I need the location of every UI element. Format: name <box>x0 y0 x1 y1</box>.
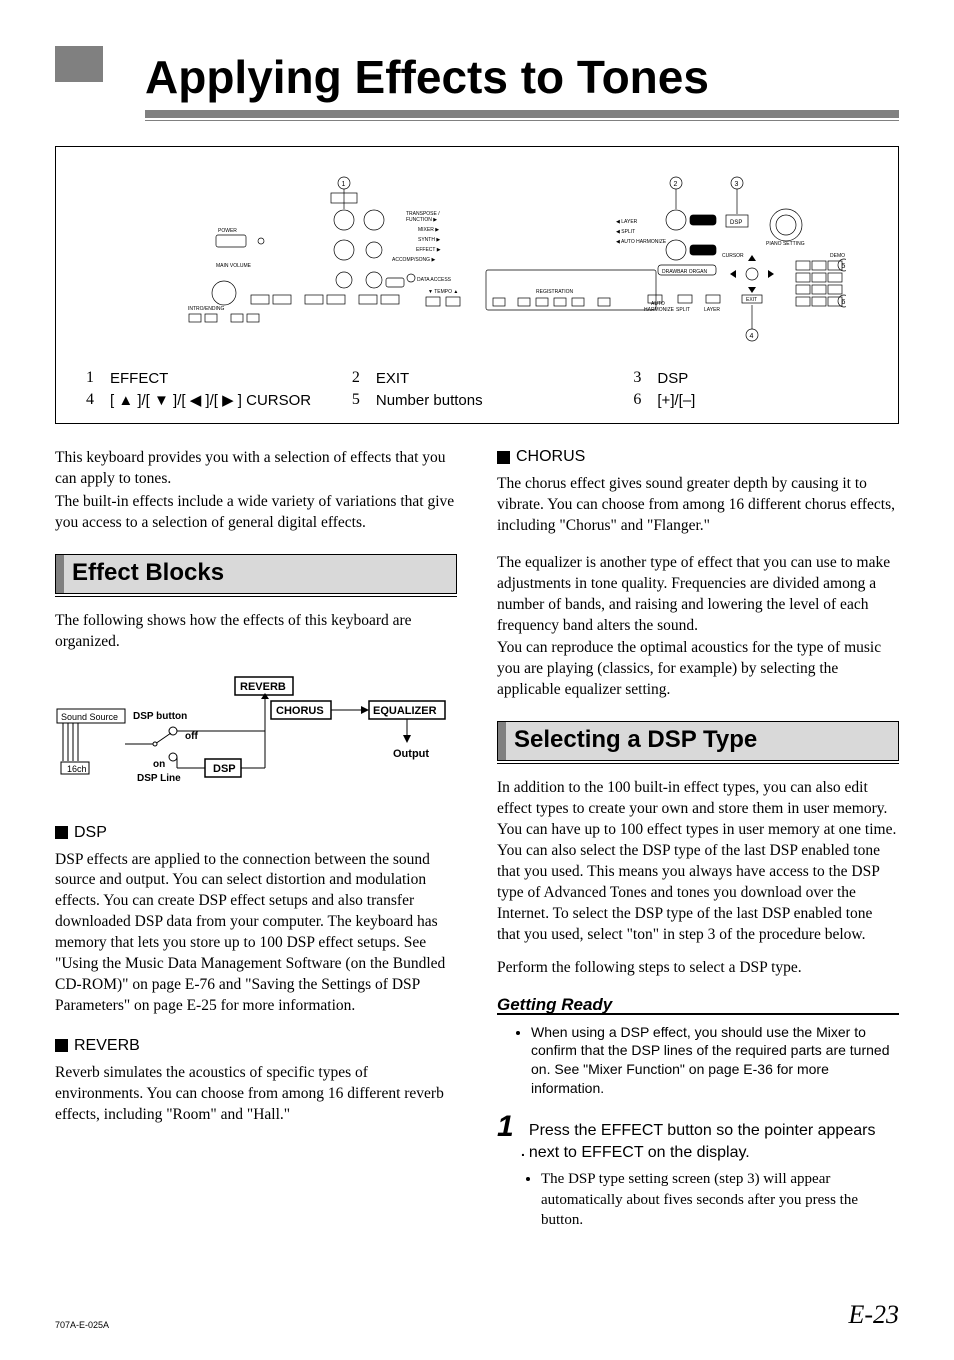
legend-num: 5 <box>352 391 376 409</box>
square-bullet-icon <box>55 826 68 839</box>
legend-label-number-buttons: Number buttons <box>376 392 483 409</box>
step-text: Press the EFFECT button so the pointer a… <box>529 1120 899 1163</box>
svg-text:SPLIT: SPLIT <box>676 307 690 313</box>
legend-label-exit: EXIT <box>376 370 409 387</box>
svg-text:DRAWBAR ORGAN: DRAWBAR ORGAN <box>662 269 707 275</box>
svg-text:◀ SPLIT: ◀ SPLIT <box>616 229 635 235</box>
getting-ready-label: Getting Ready <box>497 995 612 1015</box>
svg-text:16ch: 16ch <box>67 764 87 774</box>
svg-text:MAIN VOLUME: MAIN VOLUME <box>216 263 252 269</box>
square-bullet-icon <box>55 1039 68 1052</box>
svg-text:on: on <box>153 759 165 770</box>
legend-num: 3 <box>633 369 657 387</box>
svg-text:POWER: POWER <box>218 228 237 234</box>
subhead-label: REVERB <box>74 1037 140 1055</box>
page-title-block: Applying Effects to Tones <box>145 50 899 121</box>
svg-text:EFFECT ▶: EFFECT ▶ <box>416 247 441 253</box>
legend-num: 4 <box>86 391 110 409</box>
subhead-label: DSP <box>74 824 107 842</box>
svg-text:off: off <box>185 731 198 742</box>
svg-text:DSP: DSP <box>730 220 742 226</box>
svg-text:INTRO/ENDING: INTRO/ENDING <box>188 306 225 312</box>
section-heading: Selecting a DSP Type <box>506 722 898 760</box>
section-heading: Effect Blocks <box>64 555 456 593</box>
square-bullet-icon <box>497 451 510 464</box>
subhead-chorus: CHORUS <box>497 448 899 466</box>
intro-p2: The built-in effects include a wide vari… <box>55 492 457 534</box>
svg-text:DSP: DSP <box>213 763 236 775</box>
section-selecting-dsp: Selecting a DSP Type <box>497 721 899 764</box>
svg-text:2: 2 <box>674 181 678 188</box>
legend-row-1: 1EFFECT 2EXIT 3DSP <box>86 369 868 387</box>
subhead-label: CHORUS <box>516 448 585 466</box>
svg-text:EXIT: EXIT <box>746 297 757 303</box>
eq-p1: The equalizer is another type of effect … <box>497 553 899 637</box>
svg-text:MIXER ▶: MIXER ▶ <box>418 227 439 233</box>
selecting-p1: In addition to the 100 built-in effect t… <box>497 778 899 945</box>
footer-page-number: E-23 <box>848 1300 899 1330</box>
svg-text:◀ LAYER: ◀ LAYER <box>616 219 638 225</box>
svg-text:3: 3 <box>735 181 739 188</box>
eq-p2: You can reproduce the optimal acoustics … <box>497 638 899 701</box>
intro-p1: This keyboard provides you with a select… <box>55 448 457 490</box>
svg-text:HARMONIZE: HARMONIZE <box>644 307 675 313</box>
svg-text:CHORUS: CHORUS <box>276 705 324 717</box>
svg-text:PIANO SETTING: PIANO SETTING <box>766 241 805 247</box>
control-panel-box: POWER MAIN VOLUME 1 TRANSPOSE / <box>55 146 899 424</box>
svg-text:DSP Line: DSP Line <box>137 773 181 784</box>
svg-text:REGISTRATION: REGISTRATION <box>536 289 574 295</box>
legend-row-2: 4[ ▲ ]/[ ▼ ]/[ ◀ ]/[ ▶ ] CURSOR 5Number … <box>86 391 868 409</box>
legend-label-dsp: DSP <box>657 370 688 387</box>
selecting-p2: Perform the following steps to select a … <box>497 958 899 979</box>
footer-code: 707A-E-025A <box>55 1320 109 1330</box>
title-rule <box>145 110 899 118</box>
svg-text:LAYER: LAYER <box>704 307 720 313</box>
effect-blocks-intro: The following shows how the effects of t… <box>55 611 457 653</box>
reverb-body: Reverb simulates the acoustics of specif… <box>55 1063 457 1126</box>
svg-text:▼ TEMPO ▲: ▼ TEMPO ▲ <box>428 289 458 295</box>
page-title: Applying Effects to Tones <box>145 50 899 104</box>
legend-num: 2 <box>352 369 376 387</box>
svg-text:4: 4 <box>750 333 754 340</box>
svg-text:1: 1 <box>342 181 346 188</box>
svg-text:FUNCTION ▶: FUNCTION ▶ <box>406 217 437 223</box>
effect-block-diagram: Sound Source 16ch DSP button <box>55 669 457 804</box>
left-column: This keyboard provides you with a select… <box>55 448 457 1230</box>
legend-label-effect: EFFECT <box>110 370 168 387</box>
svg-text:Sound Source: Sound Source <box>61 712 118 722</box>
svg-text:◀ AUTO HARMONIZE: ◀ AUTO HARMONIZE <box>616 239 667 245</box>
svg-text:REVERB: REVERB <box>240 681 286 693</box>
section-effect-blocks: Effect Blocks <box>55 554 457 597</box>
chorus-body: The chorus effect gives sound greater de… <box>497 474 899 537</box>
title-rule-thin <box>145 120 899 121</box>
svg-text:DSP button: DSP button <box>133 711 187 722</box>
svg-text:6: 6 <box>842 299 846 306</box>
legend-label-plus-minus: [+]/[–] <box>657 392 695 409</box>
getting-ready-block: Getting Ready <box>497 995 899 1015</box>
svg-text:5: 5 <box>842 263 846 270</box>
subhead-dsp: DSP <box>55 824 457 842</box>
keyboard-panel-diagram: POWER MAIN VOLUME 1 TRANSPOSE / <box>86 165 868 355</box>
step-1: 1 . Press the EFFECT button so the point… <box>497 1112 899 1163</box>
svg-text:SYNTH ▶: SYNTH ▶ <box>418 237 440 243</box>
step-dot: . <box>521 1143 525 1159</box>
svg-text:CURSOR: CURSOR <box>722 253 744 259</box>
corner-tab <box>55 46 103 82</box>
dsp-body: DSP effects are applied to the connectio… <box>55 850 457 1017</box>
svg-text:EQUALIZER: EQUALIZER <box>373 705 437 717</box>
legend-label-cursor: [ ▲ ]/[ ▼ ]/[ ◀ ]/[ ▶ ] CURSOR <box>110 391 311 409</box>
legend-num: 1 <box>86 369 110 387</box>
right-column: CHORUS The chorus effect gives sound gre… <box>497 448 899 1230</box>
svg-text:DEMO: DEMO <box>830 253 845 259</box>
page-footer: 707A-E-025A E-23 <box>55 1300 899 1330</box>
subhead-reverb: REVERB <box>55 1037 457 1055</box>
legend-num: 6 <box>633 391 657 409</box>
svg-text:DATA ACCESS: DATA ACCESS <box>417 277 452 283</box>
svg-text:ACCOMP/SONG ▶: ACCOMP/SONG ▶ <box>392 257 435 263</box>
svg-text:Output: Output <box>393 748 429 760</box>
getting-ready-bullet: When using a DSP effect, you should use … <box>531 1023 899 1099</box>
step-sub-bullet: The DSP type setting screen (step 3) wil… <box>541 1169 899 1230</box>
